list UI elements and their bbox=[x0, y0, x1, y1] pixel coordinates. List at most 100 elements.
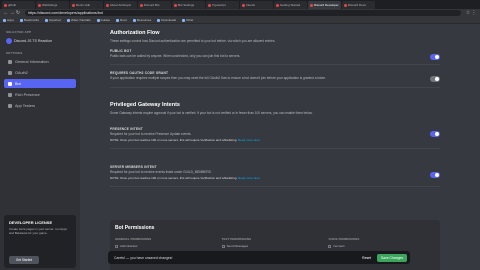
tab-favicon-icon bbox=[344, 3, 347, 7]
tab-label: Discord Docs bbox=[348, 3, 366, 7]
members-note-text: NOTE: Once your bot reaches 100 or more … bbox=[110, 176, 238, 181]
bookmark-label: Downloads bbox=[161, 18, 177, 22]
permission-column-header: GENERAL PERMISSIONS bbox=[115, 237, 152, 241]
permission-checkbox[interactable]: Send Messages bbox=[221, 244, 329, 248]
oauth-grant-title: REQUIRES OAUTH2 CODE GRANT bbox=[110, 71, 169, 76]
sidebar-item-label: Rich Presence bbox=[15, 92, 40, 97]
tab-label: github bbox=[8, 3, 17, 7]
tab-label: Ronin Hub bbox=[76, 3, 91, 7]
tab-favicon-icon bbox=[106, 3, 109, 7]
intents-desc: Some Gateway Intents require approval if… bbox=[110, 110, 313, 115]
sidebar-item-general-information[interactable]: General Information bbox=[4, 57, 76, 66]
sidebar-item-label: OAuth2 bbox=[15, 70, 28, 75]
presence-intent-row: PRESENCE INTENT Required for your bot to… bbox=[110, 121, 440, 150]
tab-favicon-icon bbox=[72, 3, 75, 7]
browser-tab[interactable]: About Anthropic bbox=[104, 1, 137, 9]
permission-checkbox[interactable]: Connect bbox=[328, 244, 435, 248]
bookmark-label: Imported bbox=[48, 18, 61, 22]
members-read-more-link[interactable]: Read more here bbox=[238, 176, 260, 180]
members-intent-row: SERVER MEMBERS INTENT Required for your … bbox=[110, 159, 440, 188]
sidebar-item-oauth2[interactable]: OAuth2 bbox=[4, 68, 76, 77]
get-started-button[interactable]: Get Started bbox=[9, 256, 39, 264]
sidebar-item-app-testers[interactable]: App Testers bbox=[4, 101, 76, 110]
bookmark-item[interactable]: Guides bbox=[96, 18, 111, 22]
permission-label: Administrator bbox=[120, 244, 138, 248]
public-bot-title: PUBLIC BOT bbox=[110, 49, 132, 54]
bookmark-item[interactable]: Resources bbox=[132, 18, 152, 22]
sidebar-item-bot[interactable]: Bot bbox=[4, 79, 76, 88]
developer-sidebar: SELECTED APP Discord.JS TS Reaction SETT… bbox=[0, 24, 80, 270]
bot-permissions-title: Bot Permissions bbox=[115, 225, 155, 231]
members-intent-toggle[interactable] bbox=[430, 172, 440, 179]
browser-tab[interactable]: Getting Started bbox=[274, 1, 307, 9]
reload-icon[interactable]: ↻ bbox=[15, 10, 21, 16]
bookmark-icon bbox=[19, 18, 23, 22]
checkbox-icon bbox=[328, 244, 332, 248]
bookmark-icon bbox=[132, 18, 136, 22]
tab-label: Weblistings bbox=[42, 3, 58, 7]
bookmark-item[interactable]: Bookmarks bbox=[19, 18, 39, 22]
save-changes-button[interactable]: Save Changes bbox=[377, 253, 407, 262]
unsaved-changes-text: Careful — you have unsaved changes! bbox=[114, 255, 173, 260]
bookmark-item[interactable]: Imported bbox=[44, 18, 61, 22]
browser-tab[interactable]: Intents bbox=[240, 1, 273, 9]
app-selector[interactable]: Discord.JS TS Reaction bbox=[4, 36, 76, 45]
bookmark-label: Guides bbox=[100, 18, 111, 22]
oauth-grant-desc: If your application requires multiple sc… bbox=[110, 76, 327, 81]
reset-button[interactable]: Reset bbox=[362, 256, 371, 260]
bookmark-icon bbox=[96, 18, 100, 22]
bookmark-icon bbox=[157, 18, 161, 22]
bookmark-label: Resources bbox=[136, 18, 152, 22]
url-input[interactable]: https://discord.com/developers/applicati… bbox=[25, 10, 461, 16]
permission-label: Send Messages bbox=[226, 244, 249, 248]
browser-tab[interactable]: Weblistings bbox=[36, 1, 69, 9]
sidebar-item-icon bbox=[8, 103, 12, 108]
browser-tab-strip: github Weblistings Ronin Hub About Anthropi… bbox=[0, 0, 480, 9]
dev-card-title: DEVELOPER LICENSE bbox=[9, 220, 53, 225]
bookmark-item[interactable]: Video Tutorials bbox=[66, 18, 91, 22]
intents-title: Privileged Gateway Intents bbox=[110, 101, 180, 108]
presence-read-more-link[interactable]: Read more here bbox=[238, 138, 260, 142]
browser-tab[interactable]: Typescript bbox=[206, 1, 239, 9]
presence-intent-toggle[interactable] bbox=[430, 130, 440, 137]
members-intent-note: NOTE: Once your bot reaches 100 or more … bbox=[110, 176, 440, 180]
sidebar-item-rich-presence[interactable]: Rich Presence bbox=[4, 90, 76, 99]
permission-column-header: TEXT PERMISSIONS bbox=[221, 237, 252, 241]
presence-intent-note: NOTE: Once your bot reaches 100 or more … bbox=[110, 138, 440, 142]
bookmark-label: Video Tutorials bbox=[70, 18, 91, 22]
browser-tab[interactable]: Bot Settings bbox=[172, 1, 205, 9]
dev-card-text: Create store pages in your server, run A… bbox=[9, 227, 67, 235]
bookmark-item[interactable]: Downloads bbox=[157, 18, 176, 22]
tab-label: Bot Settings bbox=[178, 3, 195, 7]
browser-tab[interactable]: Discord Docs bbox=[342, 1, 375, 9]
bookmark-icon bbox=[116, 18, 120, 22]
menu-icon[interactable]: ⋮ bbox=[471, 10, 477, 16]
browser-tab[interactable]: github bbox=[2, 1, 35, 9]
oauth-grant-toggle[interactable] bbox=[430, 76, 440, 83]
tab-favicon-icon bbox=[242, 3, 245, 7]
browser-tab[interactable]: Discord Developer bbox=[308, 1, 341, 9]
bookmark-item[interactable]: Other bbox=[182, 18, 194, 22]
unsaved-changes-bar: Careful — you have unsaved changes! Rese… bbox=[108, 251, 410, 264]
selected-app-label: SELECTED APP bbox=[6, 30, 32, 34]
address-bar: ← → ↻ https://discord.com/developers/app… bbox=[0, 9, 480, 17]
sidebar-item-label: General Information bbox=[15, 59, 49, 64]
tab-favicon-icon bbox=[140, 3, 143, 7]
tab-favicon-icon bbox=[310, 3, 313, 7]
presence-intent-desc: Required for your bot to receive Presenc… bbox=[110, 131, 192, 136]
browser-tab[interactable]: Discord Bot bbox=[138, 1, 171, 9]
sidebar-item-label: App Testers bbox=[15, 103, 35, 108]
public-bot-toggle[interactable] bbox=[430, 54, 440, 61]
members-intent-desc: Required for your bot to receive events … bbox=[110, 170, 212, 175]
browser-tab[interactable]: Ronin Hub bbox=[70, 1, 103, 9]
tab-label: Discord Bot bbox=[144, 3, 160, 7]
permission-label: Connect bbox=[333, 244, 345, 248]
bookmark-item[interactable]: Apps bbox=[3, 18, 14, 22]
tab-label: Intents bbox=[246, 3, 256, 7]
bookmark-icon bbox=[44, 18, 48, 22]
permission-checkbox[interactable]: Administrator bbox=[115, 244, 222, 248]
bookmark-label: Bookmarks bbox=[23, 18, 39, 22]
bookmark-icon bbox=[66, 18, 70, 22]
bookmark-item[interactable]: Docs bbox=[116, 18, 127, 22]
public-bot-row: PUBLIC BOT Public bots can be added by a… bbox=[110, 43, 440, 66]
